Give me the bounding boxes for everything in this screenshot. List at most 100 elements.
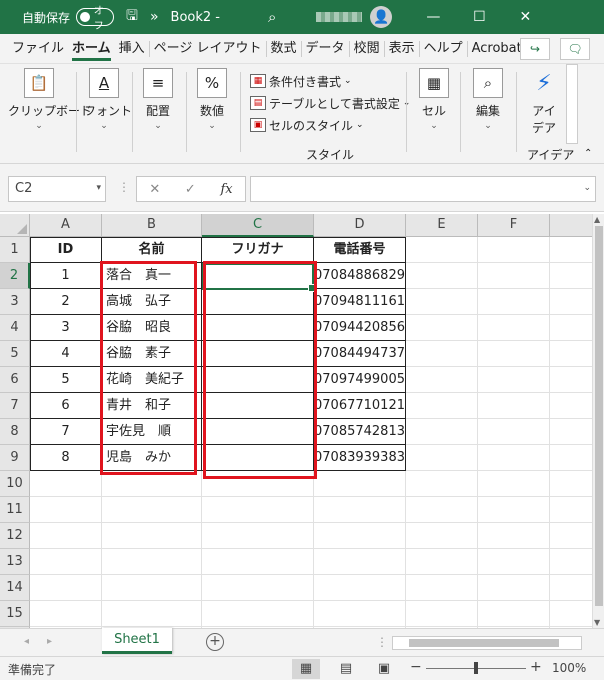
column-header[interactable]: D <box>314 214 406 237</box>
empty-cell[interactable] <box>550 367 596 393</box>
tab-help[interactable]: ヘルプ <box>420 34 467 64</box>
table-header-cell[interactable]: 電話番号 <box>314 237 406 263</box>
column-header[interactable]: F <box>478 214 550 237</box>
empty-cell[interactable] <box>550 471 596 497</box>
empty-cell[interactable] <box>406 497 478 523</box>
chevron-down-icon[interactable]: ⌄ <box>583 183 591 193</box>
empty-cell[interactable] <box>102 601 202 627</box>
chevron-down-icon[interactable]: ▾ <box>96 183 101 193</box>
row-header[interactable]: 11 <box>0 497 30 523</box>
empty-cell[interactable] <box>550 393 596 419</box>
zoom-slider-thumb[interactable] <box>474 662 478 674</box>
confirm-icon[interactable]: ✓ <box>185 182 196 197</box>
empty-cell[interactable] <box>478 237 550 263</box>
qat-more-button[interactable]: » <box>150 9 159 25</box>
row-header[interactable]: 6 <box>0 367 30 393</box>
empty-cell[interactable] <box>478 419 550 445</box>
editing-group[interactable]: ⌕ 編集 ⌄ <box>470 68 506 131</box>
tab-insert[interactable]: 挿入 <box>115 34 149 64</box>
autosave-toggle[interactable]: オフ <box>76 6 115 32</box>
sheet-tab-sheet1[interactable]: Sheet1 <box>102 628 172 654</box>
empty-cell[interactable] <box>550 289 596 315</box>
empty-cell[interactable] <box>314 601 406 627</box>
tab-data[interactable]: データ <box>302 34 349 64</box>
empty-cell[interactable] <box>406 263 478 289</box>
save-icon[interactable]: 🖫 <box>126 5 138 29</box>
empty-cell[interactable] <box>478 497 550 523</box>
empty-cell[interactable] <box>406 523 478 549</box>
column-header[interactable]: C <box>202 214 314 237</box>
table-cell[interactable]: 8 <box>30 445 102 471</box>
empty-cell[interactable] <box>550 263 596 289</box>
restore-button[interactable]: ☐ <box>456 9 502 25</box>
table-cell[interactable]: 07083939383 <box>314 445 406 471</box>
row-header[interactable]: 10 <box>0 471 30 497</box>
empty-cell[interactable] <box>406 367 478 393</box>
empty-cell[interactable] <box>406 575 478 601</box>
conditional-format-button[interactable]: ▦ 条件付き書式 ⌄ <box>250 70 410 92</box>
share-button[interactable]: ↪ <box>520 38 550 60</box>
row-header[interactable]: 5 <box>0 341 30 367</box>
table-header-cell[interactable]: フリガナ <box>202 237 314 263</box>
alignment-group[interactable]: ≡ 配置 ⌄ <box>140 68 176 131</box>
empty-cell[interactable] <box>406 601 478 627</box>
row-header[interactable]: 14 <box>0 575 30 601</box>
row-header[interactable]: 1 <box>0 237 30 263</box>
empty-cell[interactable] <box>102 549 202 575</box>
table-cell[interactable]: 4 <box>30 341 102 367</box>
tab-file[interactable]: ファイル <box>8 34 68 64</box>
avatar[interactable]: 👤 <box>370 6 393 28</box>
empty-cell[interactable] <box>314 523 406 549</box>
empty-cell[interactable] <box>550 419 596 445</box>
empty-cell[interactable] <box>314 471 406 497</box>
row-header[interactable]: 12 <box>0 523 30 549</box>
table-cell[interactable]: 2 <box>30 289 102 315</box>
empty-cell[interactable] <box>406 549 478 575</box>
empty-cell[interactable] <box>550 341 596 367</box>
empty-cell[interactable] <box>30 471 102 497</box>
zoom-in-button[interactable]: + <box>530 659 542 675</box>
empty-cell[interactable] <box>406 419 478 445</box>
row-header[interactable]: 8 <box>0 419 30 445</box>
add-sheet-button[interactable]: + <box>206 633 224 651</box>
empty-cell[interactable] <box>406 471 478 497</box>
row-header[interactable]: 4 <box>0 315 30 341</box>
empty-cell[interactable] <box>406 445 478 471</box>
empty-cell[interactable] <box>550 575 596 601</box>
table-cell[interactable]: 07094420856 <box>314 315 406 341</box>
row-header[interactable]: 3 <box>0 289 30 315</box>
empty-cell[interactable] <box>478 471 550 497</box>
empty-cell[interactable] <box>202 523 314 549</box>
scrollbar-thumb[interactable] <box>595 226 603 606</box>
table-cell[interactable]: 5 <box>30 367 102 393</box>
search-icon[interactable]: ⌕ <box>268 8 276 26</box>
insert-function-button[interactable]: fx <box>220 182 232 197</box>
empty-cell[interactable] <box>314 497 406 523</box>
column-header[interactable]: B <box>102 214 202 237</box>
empty-cell[interactable] <box>550 601 596 627</box>
tab-formulas[interactable]: 数式 <box>267 34 301 64</box>
empty-cell[interactable] <box>478 601 550 627</box>
empty-cell[interactable] <box>202 549 314 575</box>
empty-cell[interactable] <box>550 237 596 263</box>
page-layout-view-button[interactable]: ▤ <box>332 659 360 679</box>
table-header-cell[interactable]: ID <box>30 237 102 263</box>
tab-review[interactable]: 校閲 <box>350 34 384 64</box>
number-group[interactable]: % 数値 ⌄ <box>194 68 230 131</box>
row-header[interactable]: 13 <box>0 549 30 575</box>
tab-page-layout[interactable]: ページ レイアウト <box>150 34 266 64</box>
empty-cell[interactable] <box>478 289 550 315</box>
drag-handle-icon[interactable]: ⋮ <box>118 180 130 194</box>
font-group[interactable]: A フォント ⌄ <box>84 68 132 131</box>
empty-cell[interactable] <box>406 237 478 263</box>
ribbon-scroll[interactable] <box>566 64 578 144</box>
scroll-up-icon[interactable]: ▲ <box>594 215 600 224</box>
table-header-cell[interactable]: 名前 <box>102 237 202 263</box>
cells-group[interactable]: ▦ セル ⌄ <box>416 68 452 131</box>
empty-cell[interactable] <box>550 497 596 523</box>
empty-cell[interactable] <box>550 523 596 549</box>
table-cell[interactable]: 07085742813 <box>314 419 406 445</box>
table-cell[interactable]: 07094811161 <box>314 289 406 315</box>
tab-home[interactable]: ホーム <box>68 34 115 64</box>
column-header[interactable] <box>550 214 596 237</box>
